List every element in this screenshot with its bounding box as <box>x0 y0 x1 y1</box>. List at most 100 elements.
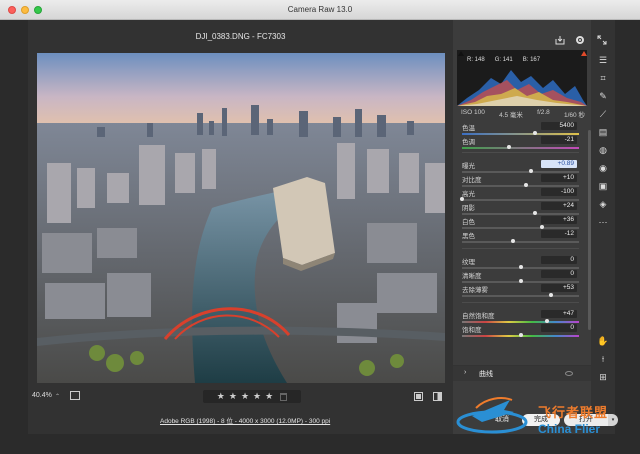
slider-texture[interactable]: 纹理 0 <box>453 256 591 271</box>
slider-track[interactable] <box>462 279 579 283</box>
curve-section-header[interactable]: › 曲线 <box>453 365 591 381</box>
spot-heal-icon[interactable]: ✎ <box>597 90 609 102</box>
slider-track[interactable] <box>462 131 579 135</box>
slider-tint[interactable]: 色调 -21 <box>453 136 591 151</box>
image-canvas-area: DJI_0383.DNG - FC7303 40.4% ⌃ ★ ★ ★ ★ ★ <box>28 20 453 434</box>
hand-icon[interactable]: ✋ <box>597 335 609 347</box>
star-icon[interactable]: ★ <box>265 392 273 401</box>
star-icon[interactable]: ★ <box>229 392 237 401</box>
slider-blacks[interactable]: 黑色 -12 <box>453 230 591 245</box>
edit-panel: R: 148 G: 141 B: 167 ISO 100 4.5 毫米 f/2.… <box>453 20 591 390</box>
slider-thumb[interactable] <box>511 239 516 243</box>
slider-thumb[interactable] <box>460 197 464 201</box>
single-view-icon[interactable] <box>414 392 423 401</box>
slider-value-field[interactable]: 0 <box>541 256 577 264</box>
slider-track[interactable] <box>462 225 579 229</box>
watermark-logo <box>456 397 528 434</box>
slider-value-field[interactable]: +36 <box>541 216 577 224</box>
slider-value-field[interactable]: +47 <box>541 310 577 318</box>
snapshots-icon[interactable]: ▣ <box>597 180 609 192</box>
slider-value-field[interactable]: -12 <box>541 230 577 238</box>
slider-track[interactable] <box>462 333 579 337</box>
toggle-compare-icon[interactable] <box>70 391 80 400</box>
slider-contrast[interactable]: 对比度 +10 <box>453 174 591 189</box>
slider-value-field[interactable]: 0 <box>541 324 577 332</box>
watermark: 飞行者联盟 China Flier <box>452 386 638 450</box>
slider-value-field[interactable]: -100 <box>541 188 577 196</box>
tool-strip: ☰ ⌗ ✎ ⟋ ▤ ◍ ◉ ▣ ◈ ⋯ ✋ ⟊ ⊞ <box>591 20 615 434</box>
fullscreen-icon[interactable] <box>597 35 607 47</box>
slider-thumb[interactable] <box>545 319 550 323</box>
slider-thumb[interactable] <box>532 131 537 135</box>
settings-icon[interactable] <box>575 35 585 47</box>
slider-track[interactable] <box>462 211 579 215</box>
slider-thumb[interactable] <box>524 183 529 187</box>
brush-icon[interactable]: ⟋ <box>597 108 609 120</box>
crop-icon[interactable]: ⌗ <box>597 72 609 84</box>
slider-saturation[interactable]: 饱和度 0 <box>453 324 591 339</box>
slider-thumb[interactable] <box>539 225 544 229</box>
focal-length: 4.5 毫米 <box>499 112 523 119</box>
before-after-view-icon[interactable] <box>433 392 442 401</box>
shadow-clipping-icon[interactable] <box>458 51 464 56</box>
slider-track[interactable] <box>462 265 579 269</box>
redeye-icon[interactable]: ◉ <box>597 162 609 174</box>
zoom-level[interactable]: 40.4% <box>32 392 52 399</box>
slider-value-field[interactable]: +24 <box>541 202 577 210</box>
slider-value-field[interactable]: -21 <box>541 136 577 144</box>
slider-track[interactable] <box>460 197 579 201</box>
slider-thumb[interactable] <box>518 333 523 337</box>
visibility-eye-icon[interactable] <box>565 371 573 376</box>
save-icon[interactable] <box>555 35 565 47</box>
more-icon[interactable]: ⋯ <box>597 216 609 228</box>
window-title: Camera Raw 13.0 <box>287 5 353 14</box>
workflow-options-link[interactable]: Adobe RGB (1998) - 8 位 - 4000 x 3000 (12… <box>160 415 330 425</box>
section-divider <box>462 302 579 303</box>
slider-track[interactable] <box>462 145 579 149</box>
slider-whites[interactable]: 白色 +36 <box>453 216 591 231</box>
slider-thumb[interactable] <box>529 169 534 173</box>
slider-vibrance[interactable]: 自然饱和度 +47 <box>453 310 591 325</box>
slider-track[interactable] <box>462 169 579 173</box>
slider-thumb[interactable] <box>506 145 511 149</box>
zoom-dropdown-icon[interactable]: ⌃ <box>55 393 60 400</box>
slider-label: 清晰度 <box>462 273 482 280</box>
slider-track[interactable] <box>462 183 579 187</box>
expand-arrow-icon[interactable]: › <box>464 369 466 376</box>
highlight-clipping-icon[interactable] <box>581 51 587 56</box>
slider-track[interactable] <box>462 319 579 323</box>
slider-thumb[interactable] <box>518 265 523 269</box>
slider-shadows[interactable]: 阴影 +24 <box>453 202 591 217</box>
curve-section-label: 曲线 <box>479 371 493 378</box>
slider-value-field[interactable]: +0.89 <box>541 160 577 168</box>
star-rating[interactable]: ★ ★ ★ ★ ★ <box>203 390 301 403</box>
slider-track[interactable] <box>462 239 579 243</box>
slider-label: 阴影 <box>462 205 475 212</box>
slider-track[interactable] <box>462 293 579 297</box>
slider-value-field[interactable]: +10 <box>541 174 577 182</box>
slider-thumb[interactable] <box>518 279 523 283</box>
slider-clarity[interactable]: 清晰度 0 <box>453 270 591 285</box>
eyedropper-icon[interactable]: ⟊ <box>597 353 609 365</box>
slider-exposure[interactable]: 曝光 +0.89 <box>453 160 591 175</box>
slider-highlights[interactable]: 高光 -100 <box>453 188 591 203</box>
canvas-bottom-bar: 40.4% ⌃ ★ ★ ★ ★ ★ <box>28 388 453 404</box>
photo-preview[interactable] <box>37 53 445 383</box>
grid-icon[interactable]: ⊞ <box>597 371 609 383</box>
star-icon[interactable]: ★ <box>253 392 261 401</box>
radial-filter-icon[interactable]: ◍ <box>597 144 609 156</box>
slider-label: 高光 <box>462 191 475 198</box>
presets-icon[interactable]: ◈ <box>597 198 609 210</box>
star-icon[interactable]: ★ <box>217 392 225 401</box>
slider-value-field[interactable]: 5400 <box>541 122 577 130</box>
slider-thumb[interactable] <box>532 211 537 215</box>
star-icon[interactable]: ★ <box>241 392 249 401</box>
trash-icon[interactable] <box>280 392 288 401</box>
slider-thumb[interactable] <box>548 293 553 297</box>
slider-temp[interactable]: 色温 5400 <box>453 122 591 137</box>
slider-value-field[interactable]: 0 <box>541 270 577 278</box>
sliders-icon[interactable]: ☰ <box>597 54 609 66</box>
slider-value-field[interactable]: +53 <box>541 284 577 292</box>
gradient-icon[interactable]: ▤ <box>597 126 609 138</box>
slider-dehaze[interactable]: 去除薄雾 +53 <box>453 284 591 299</box>
